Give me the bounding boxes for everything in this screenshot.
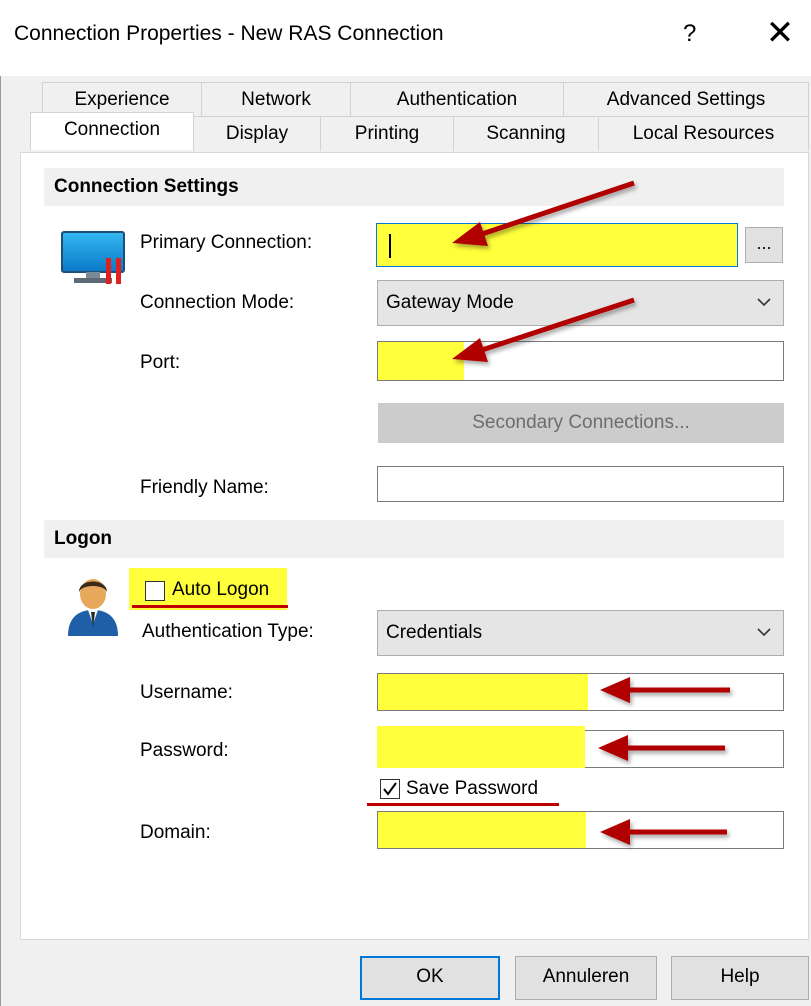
secondary-connections-button[interactable]: Secondary Connections... [378,403,784,443]
authentication-type-label: Authentication Type: [142,621,314,642]
username-label: Username: [140,682,233,703]
logon-header: Logon [44,520,784,558]
tab-local-resources[interactable]: Local Resources [598,116,809,151]
tab-scanning[interactable]: Scanning [453,116,599,151]
auto-logon-label: Auto Logon [172,579,270,600]
domain-highlight [378,812,586,848]
authentication-type-value: Credentials [386,622,483,643]
ok-button[interactable]: OK [360,956,500,1000]
text-cursor [389,234,391,258]
port-label: Port: [140,352,181,373]
chevron-down-icon [757,628,771,637]
password-label: Password: [140,740,229,761]
primary-connection-input[interactable] [376,223,738,267]
cancel-button[interactable]: Annuleren [515,956,657,1000]
tab-authentication[interactable]: Authentication [350,82,564,117]
tab-connection[interactable]: Connection [30,112,194,150]
annotation-underline [367,803,559,806]
user-icon [64,572,122,638]
primary-connection-label: Primary Connection: [140,232,313,253]
connection-settings-header: Connection Settings [44,168,784,206]
window-border [0,76,1,1006]
tab-display[interactable]: Display [193,116,321,151]
close-button[interactable]: ✕ [760,10,800,56]
connection-mode-label: Connection Mode: [140,292,295,313]
connection-mode-value: Gateway Mode [386,292,514,313]
domain-label: Domain: [140,822,211,843]
authentication-type-select[interactable]: Credentials [377,610,784,656]
tab-network[interactable]: Network [201,82,351,117]
chevron-down-icon [757,298,771,307]
friendly-name-input[interactable] [377,466,784,502]
checkmark-icon [383,782,397,796]
help-footer-button[interactable]: Help [671,956,809,1000]
window-title: Connection Properties - New RAS Connecti… [14,22,444,45]
browse-button[interactable]: ... [745,227,783,263]
auto-logon-checkbox[interactable] [145,581,165,601]
annotation-underline [132,605,288,608]
username-highlight [378,674,588,710]
save-password-label: Save Password [406,778,539,799]
help-button[interactable]: ? [683,20,696,48]
password-highlight [377,726,585,768]
friendly-name-label: Friendly Name: [140,477,269,498]
tab-printing[interactable]: Printing [320,116,454,151]
port-highlight [378,342,464,380]
connection-mode-select[interactable]: Gateway Mode [377,280,784,326]
tab-advanced-settings[interactable]: Advanced Settings [563,82,809,117]
monitor-icon [56,228,128,286]
save-password-checkbox[interactable] [380,779,400,799]
